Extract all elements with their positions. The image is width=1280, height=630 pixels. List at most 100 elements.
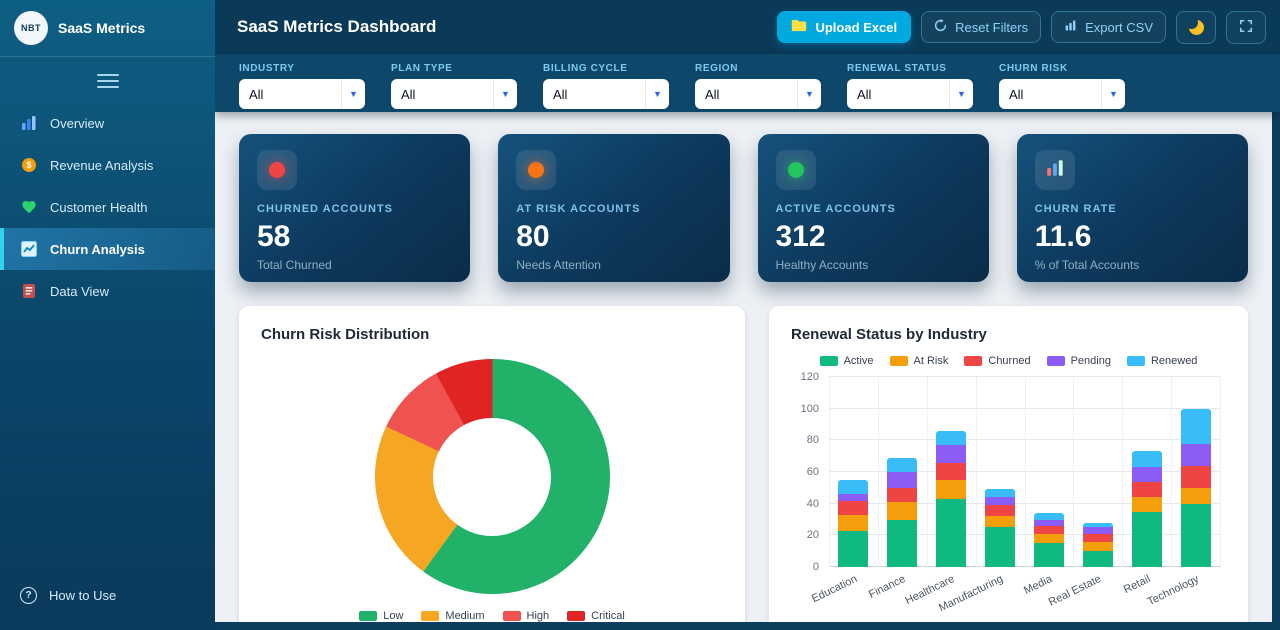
kpi-value: 80 (516, 220, 711, 254)
kpi-subtitle: Needs Attention (516, 258, 711, 272)
y-axis-tick: 60 (807, 466, 819, 478)
kpi-subtitle: Total Churned (257, 258, 452, 272)
kpi-subtitle: % of Total Accounts (1035, 258, 1230, 272)
bar-segment (887, 520, 917, 568)
bar-slot (1122, 377, 1171, 567)
bar-segment (936, 431, 966, 445)
plan-type-select[interactable]: All ▼ (391, 79, 517, 109)
chevron-down-icon: ▼ (1101, 79, 1125, 109)
bar-manufacturing[interactable] (985, 377, 1015, 567)
bar-education[interactable] (838, 377, 868, 567)
menu-toggle-icon[interactable] (97, 74, 119, 88)
legend-item[interactable]: Medium (421, 610, 484, 622)
header-actions: Upload Excel Reset Filters Export CSV (777, 11, 1266, 44)
kpi-icon-box (1035, 150, 1075, 190)
sidebar-item-overview[interactable]: Overview (0, 102, 215, 144)
sidebar-item-data-view[interactable]: Data View (0, 270, 215, 312)
filter-bar: INDUSTRY All ▼ PLAN TYPE All ▼ BILLING C… (215, 54, 1280, 112)
bar-slot (927, 377, 976, 567)
sidebar-item-label: Data View (50, 284, 109, 299)
filter-label: BILLING CYCLE (543, 63, 669, 74)
brand-row: NBT SaaS Metrics (0, 0, 215, 57)
svg-text:$: $ (26, 160, 31, 170)
legend-item[interactable]: Renewed (1127, 355, 1197, 367)
app-window: NBT SaaS Metrics Overview $ Revenue Anal… (0, 0, 1280, 630)
brand-name: SaaS Metrics (58, 20, 145, 36)
export-csv-button[interactable]: Export CSV (1051, 11, 1166, 43)
legend-label: Pending (1071, 355, 1111, 367)
legend-swatch (567, 611, 585, 621)
dark-mode-toggle[interactable] (1176, 11, 1216, 44)
legend-item[interactable]: Low (359, 610, 403, 622)
y-axis-tick: 80 (807, 434, 819, 446)
bar-segment (838, 480, 868, 494)
chevron-down-icon: ▼ (341, 79, 365, 109)
orange-dot-icon (528, 162, 544, 178)
sidebar-item-churn-analysis[interactable]: Churn Analysis (0, 228, 215, 270)
bar-slot (1025, 377, 1074, 567)
filter-churn-risk: CHURN RISK All ▼ (999, 63, 1125, 112)
bar-segment (1181, 504, 1211, 567)
legend-item[interactable]: Critical (567, 610, 625, 622)
bar-plot[interactable]: 020406080100120 (829, 377, 1220, 567)
bar-segment (1034, 543, 1064, 567)
churn-risk-distribution-card: Churn Risk Distribution LowMediumHighCri… (239, 306, 745, 622)
bar-segment (1132, 512, 1162, 567)
sidebar-item-how-to-use[interactable]: ? How to Use (0, 575, 215, 616)
y-axis-tick: 40 (807, 498, 819, 510)
page-title: SaaS Metrics Dashboard (237, 17, 436, 37)
bar-media[interactable] (1034, 377, 1064, 567)
industry-select[interactable]: All ▼ (239, 79, 365, 109)
x-axis-label: Retail (1121, 573, 1152, 596)
filter-renewal-status: RENEWAL STATUS All ▼ (847, 63, 973, 112)
filter-region: REGION All ▼ (695, 63, 821, 112)
bar-segment (936, 499, 966, 567)
sidebar-item-label: How to Use (49, 588, 116, 603)
kpi-value: 11.6 (1035, 220, 1230, 254)
billing-cycle-select[interactable]: All ▼ (543, 79, 669, 109)
donut-hole (433, 418, 551, 536)
bar-real-estate[interactable] (1083, 377, 1113, 567)
filter-label: CHURN RISK (999, 63, 1125, 74)
legend-item[interactable]: At Risk (890, 355, 949, 367)
upload-excel-button[interactable]: Upload Excel (777, 11, 911, 43)
bar-technology[interactable] (1181, 377, 1211, 567)
bar-segment (1181, 466, 1211, 488)
reset-filters-button[interactable]: Reset Filters (921, 11, 1041, 43)
legend-item[interactable]: Active (820, 355, 874, 367)
renewal-status-select[interactable]: All ▼ (847, 79, 973, 109)
region-select[interactable]: All ▼ (695, 79, 821, 109)
bars (829, 377, 1220, 567)
charts-row: Churn Risk Distribution LowMediumHighCri… (239, 306, 1248, 622)
sidebar-item-label: Customer Health (50, 200, 148, 215)
legend-item[interactable]: Pending (1047, 355, 1111, 367)
green-dot-icon (788, 162, 804, 178)
sidebar-item-customer-health[interactable]: Customer Health (0, 186, 215, 228)
churn-risk-select[interactable]: All ▼ (999, 79, 1125, 109)
bar-healthcare[interactable] (936, 377, 966, 567)
legend-item[interactable]: Churned (964, 355, 1030, 367)
bar-slot (1073, 377, 1122, 567)
sidebar-item-revenue-analysis[interactable]: $ Revenue Analysis (0, 144, 215, 186)
filter-label: INDUSTRY (239, 63, 365, 74)
legend-swatch (503, 611, 521, 621)
bar-segment (1083, 534, 1113, 542)
legend-label: Renewed (1151, 355, 1197, 367)
bar-retail[interactable] (1132, 377, 1162, 567)
bar-segment (1132, 497, 1162, 511)
bar-segment (985, 497, 1015, 505)
fullscreen-button[interactable] (1226, 11, 1266, 44)
legend-swatch (820, 356, 838, 366)
legend-item[interactable]: High (503, 610, 550, 622)
legend-label: High (527, 610, 550, 622)
kpi-title: CHURN RATE (1035, 203, 1230, 215)
chevron-down-icon: ▼ (949, 79, 973, 109)
question-icon: ? (20, 587, 37, 604)
bar-segment (1034, 534, 1064, 544)
bar-segment (1132, 467, 1162, 481)
bar-segment (985, 505, 1015, 516)
bar-finance[interactable] (887, 377, 917, 567)
bar-segment (838, 531, 868, 567)
y-axis-tick: 0 (813, 561, 819, 573)
donut-chart[interactable] (375, 359, 610, 594)
